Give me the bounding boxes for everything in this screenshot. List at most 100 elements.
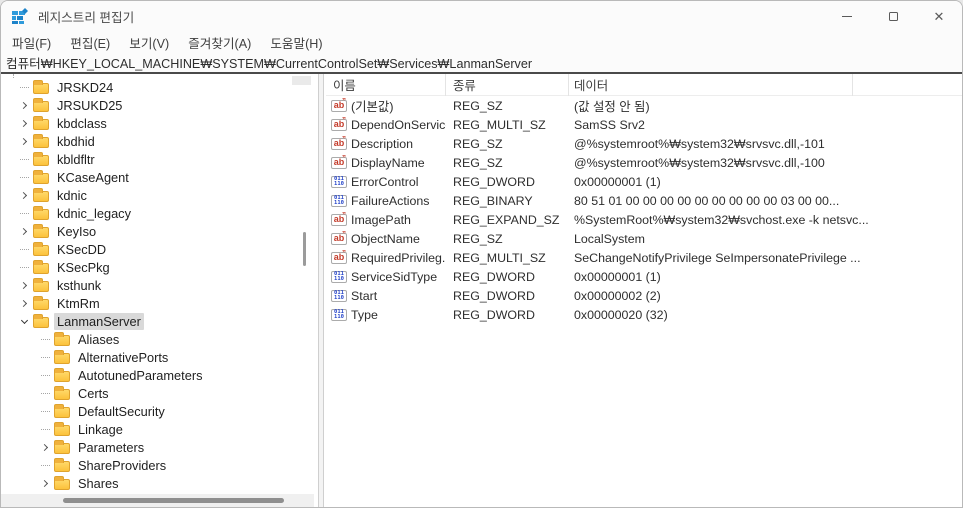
menu-view[interactable]: 보기(V) [121,31,177,54]
chevron-right-icon[interactable] [17,103,31,108]
tree-item-label[interactable]: LanmanServer [54,313,144,330]
tree-item-label[interactable]: Aliases [75,331,122,348]
tree-item[interactable]: Shares [1,474,300,492]
chevron-right-icon[interactable] [17,139,31,144]
tree-item-label[interactable]: KSecDD [54,241,109,258]
tree-item[interactable]: kdnic [1,186,300,204]
table-row[interactable]: (기본값)REG_SZ(값 설정 안 됨) [326,96,962,115]
value-name-cell[interactable]: RequiredPrivileg... [326,248,446,267]
value-name[interactable]: Type [351,308,378,322]
maximize-icon[interactable] [870,1,916,31]
value-name[interactable]: RequiredPrivileg... [351,251,446,265]
tree-item[interactable]: ksthunk [1,276,300,294]
tree-item-label[interactable]: Certs [75,385,112,402]
tree-item[interactable]: JRSKD24 [1,78,300,96]
tree-item[interactable]: LanmanServer [1,312,300,330]
value-name-cell[interactable]: ImagePath [326,210,446,229]
tree-item[interactable]: Parameters [1,438,300,456]
tree-item[interactable]: kbdclass [1,114,300,132]
tree-item[interactable]: Certs [1,384,300,402]
value-name-cell[interactable]: Start [326,286,446,305]
tree-item-label[interactable]: Linkage [75,421,126,438]
table-row[interactable]: ObjectNameREG_SZLocalSystem [326,229,962,248]
tree-item-label[interactable]: AlternativePorts [75,349,171,366]
value-name[interactable]: ObjectName [351,232,420,246]
tree-item[interactable]: KSecPkg [1,258,300,276]
chevron-down-icon[interactable] [17,320,31,323]
horizontal-scrollbar-track[interactable] [1,494,314,507]
tree-item[interactable]: AlternativePorts [1,348,300,366]
chevron-right-icon[interactable] [17,283,31,288]
value-name-cell[interactable]: ServiceSidType [326,267,446,286]
tree-item[interactable]: kbdhid [1,132,300,150]
registry-path[interactable]: 컴퓨터₩HKEY_LOCAL_MACHINE₩SYSTEM₩CurrentCon… [6,53,532,72]
chevron-right-icon[interactable] [17,121,31,126]
value-name[interactable]: FailureActions [351,194,430,208]
tree-item[interactable]: KCaseAgent [1,168,300,186]
value-name-cell[interactable]: (기본값) [326,96,446,115]
value-name[interactable]: ErrorControl [351,175,418,189]
value-name-cell[interactable]: ErrorControl [326,172,446,191]
tree-item-label[interactable]: kbldfltr [54,151,98,168]
value-name[interactable]: DisplayName [351,156,425,170]
tree-item[interactable]: JRSUKD25 [1,96,300,114]
tree-item-label[interactable]: kbdhid [54,133,98,150]
tree-item[interactable]: KtmRm [1,294,300,312]
horizontal-scrollbar-thumb[interactable] [63,498,284,503]
tree-item-label[interactable]: KSecPkg [54,259,113,276]
tree-item[interactable]: Aliases [1,330,300,348]
tree-item[interactable]: AutotunedParameters [1,366,300,384]
tree-item-label[interactable]: AutotunedParameters [75,367,206,384]
tree-item-label[interactable]: ksthunk [54,277,104,294]
tree-item-label[interactable]: KtmRm [54,295,103,312]
value-name-cell[interactable]: ObjectName [326,229,446,248]
value-name[interactable]: ImagePath [351,213,411,227]
value-name-cell[interactable]: DependOnService [326,115,446,134]
table-row[interactable]: TypeREG_DWORD0x00000020 (32) [326,305,962,324]
table-row[interactable]: DescriptionREG_SZ@%systemroot%₩system32₩… [326,134,962,153]
table-row[interactable]: StartREG_DWORD0x00000002 (2) [326,286,962,305]
menu-file[interactable]: 파일(F) [4,31,59,54]
value-name[interactable]: Description [351,137,413,151]
tree-item-label[interactable]: JRSKD24 [54,79,116,96]
tree-item-label[interactable]: kdnic_legacy [54,205,134,222]
value-name-cell[interactable]: FailureActions [326,191,446,210]
value-name[interactable]: (기본값) [351,97,393,115]
address-bar[interactable]: 컴퓨터₩HKEY_LOCAL_MACHINE₩SYSTEM₩CurrentCon… [1,53,962,74]
tree-item-label[interactable]: kdnic [54,187,90,204]
vertical-scrollbar-thumb[interactable] [303,232,306,266]
column-header-name[interactable]: 이름 [326,74,446,96]
column-header-data[interactable]: 데이터 [569,74,853,96]
tree-item-label[interactable]: DefaultSecurity [75,403,168,420]
menu-edit[interactable]: 편집(E) [62,31,118,54]
tree-item-label[interactable]: JRSUKD25 [54,97,125,114]
tree-item-label[interactable]: Shares [75,475,122,492]
chevron-right-icon[interactable] [17,229,31,234]
value-name-cell[interactable]: DisplayName [326,153,446,172]
minimize-icon[interactable] [824,1,870,31]
value-name[interactable]: DependOnService [351,118,446,132]
tree-item-label[interactable]: KeyIso [54,223,99,240]
table-row[interactable]: ErrorControlREG_DWORD0x00000001 (1) [326,172,962,191]
table-row[interactable]: DependOnServiceREG_MULTI_SZSamSS Srv2 [326,115,962,134]
table-row[interactable]: ImagePathREG_EXPAND_SZ%SystemRoot%₩syste… [326,210,962,229]
value-name[interactable]: Start [351,289,377,303]
chevron-right-icon[interactable] [38,445,52,450]
tree-item[interactable]: KSecDD [1,240,300,258]
table-row[interactable]: RequiredPrivileg...REG_MULTI_SZSeChangeN… [326,248,962,267]
close-icon[interactable]: ✕ [916,1,962,31]
tree-item-label[interactable]: kbdclass [54,115,110,132]
menu-help[interactable]: 도움말(H) [262,31,330,54]
chevron-right-icon[interactable] [17,193,31,198]
tree-item-label[interactable]: Parameters [75,439,147,456]
menu-favorites[interactable]: 즐겨찾기(A) [180,31,259,54]
chevron-right-icon[interactable] [17,301,31,306]
tree-item[interactable]: DefaultSecurity [1,402,300,420]
value-name-cell[interactable]: Description [326,134,446,153]
tree-item-label[interactable]: KCaseAgent [54,169,132,186]
tree-item[interactable]: kbldfltr [1,150,300,168]
table-row[interactable]: DisplayNameREG_SZ@%systemroot%₩system32₩… [326,153,962,172]
vertical-scrollbar-track[interactable] [292,76,311,85]
tree-item[interactable]: ShareProviders [1,456,300,474]
pane-splitter[interactable] [314,74,326,507]
